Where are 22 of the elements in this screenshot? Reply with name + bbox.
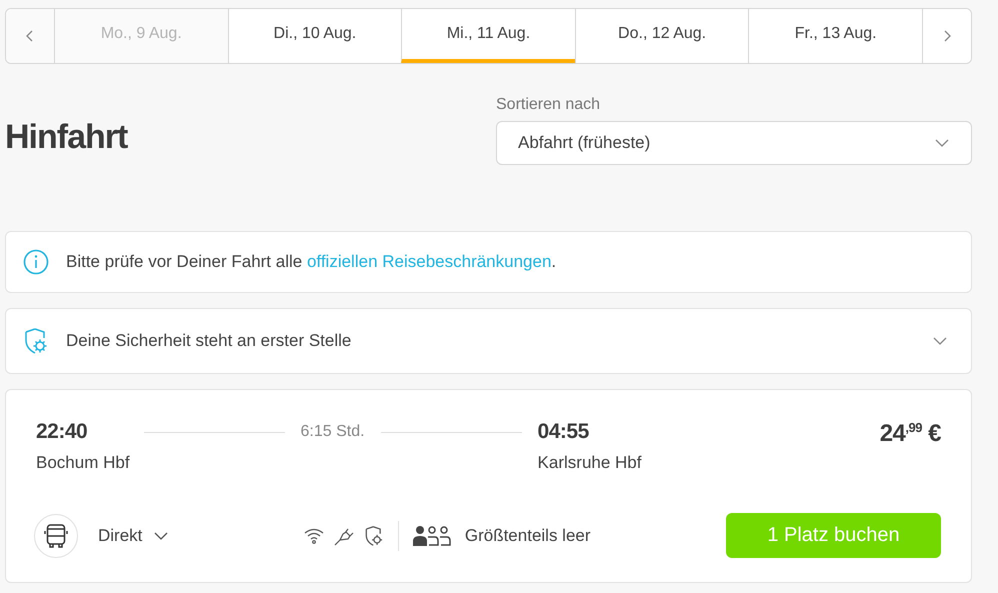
previous-day-button[interactable] [6, 9, 54, 63]
shield-virus-icon [364, 524, 384, 546]
bus-icon [34, 514, 78, 558]
departure-station: Bochum Hbf [36, 453, 130, 473]
sort-dropdown[interactable]: Abfahrt (früheste) [496, 121, 972, 165]
shield-virus-icon [23, 327, 49, 355]
departure-time: 22:40 [36, 420, 88, 444]
price: 24$^{,99}$ € [880, 420, 941, 448]
connection-dropdown[interactable]: Direkt [98, 526, 168, 546]
date-tab[interactable]: Mi., 11 Aug. [401, 9, 575, 63]
info-icon [23, 249, 49, 275]
date-tab[interactable]: Fr., 13 Aug. [748, 9, 923, 63]
notice-text: Deine Sicherheit steht an erster Stelle [66, 331, 352, 351]
notice-text: Bitte prüfe vor Deiner Fahrt alle offiziellen Reisebeschränkungen. [66, 252, 558, 272]
arrival-station: Karlsruhe Hbf [538, 453, 642, 473]
trip-duration: 6:15 Std. [300, 423, 365, 441]
wifi-icon [304, 528, 324, 544]
sort-label: Sortieren nach [496, 96, 602, 114]
people-icon [412, 524, 451, 546]
page-heading: Hinfahrt [5, 118, 128, 157]
occupancy-status: Größtenteils leer [464, 526, 591, 546]
arrival-time: 04:55 [538, 420, 590, 444]
